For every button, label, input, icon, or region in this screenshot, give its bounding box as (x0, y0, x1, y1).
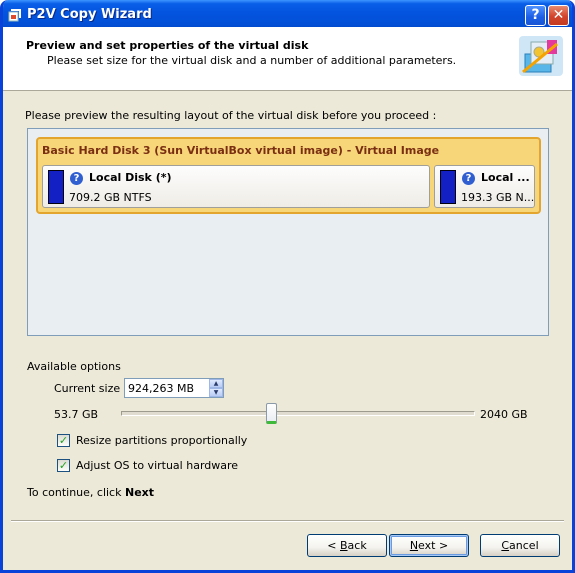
button-separator (11, 520, 564, 522)
continue-hint: To continue, click Next (27, 486, 154, 499)
size-slider-thumb[interactable] (266, 403, 277, 424)
disk-label: Basic Hard Disk 3 (Sun VirtualBox virtua… (42, 144, 440, 157)
partition-local-2[interactable]: ? Local ... 193.3 GB N... (434, 165, 535, 208)
close-button[interactable]: ✕ (548, 5, 569, 26)
app-icon (8, 9, 21, 22)
wizard-window: P2V Copy Wizard ? ✕ Preview and set prop… (0, 0, 575, 573)
header-subtitle: Please set size for the virtual disk and… (47, 54, 457, 67)
title-bar[interactable]: P2V Copy Wizard ? ✕ (3, 0, 572, 30)
partition-color-bar (48, 170, 64, 204)
question-icon: ? (70, 172, 83, 185)
back-button[interactable]: < Back (307, 534, 387, 557)
partition-name: Local Disk (*) (89, 171, 172, 184)
current-size-label: Current size is (54, 382, 133, 395)
partition-name: Local ... (481, 171, 530, 184)
help-icon: ? (531, 7, 540, 23)
close-icon: ✕ (552, 7, 565, 23)
spin-up-icon[interactable]: ▲ (209, 379, 223, 388)
wizard-header: Preview and set properties of the virtua… (3, 27, 572, 91)
question-icon: ? (462, 172, 475, 185)
size-slider-track[interactable] (121, 411, 475, 416)
current-size-input[interactable]: 924,263 MB ▲ ▼ (124, 378, 224, 398)
header-title: Preview and set properties of the virtua… (26, 39, 309, 52)
partition-desc: 709.2 GB NTFS (69, 191, 152, 204)
resize-checkbox[interactable]: ✓ (57, 434, 70, 447)
continue-text: To continue, click (27, 486, 122, 499)
options-heading: Available options (27, 360, 121, 373)
slider-min-label: 53.7 GB (54, 408, 99, 421)
window-title: P2V Copy Wizard (27, 7, 152, 22)
current-size-value: 924,263 MB (128, 382, 195, 395)
partition-desc: 193.3 GB N... (461, 191, 535, 204)
virtual-disk[interactable]: Basic Hard Disk 3 (Sun VirtualBox virtua… (36, 137, 541, 214)
disk-layout-preview: Basic Hard Disk 3 (Sun VirtualBox virtua… (27, 128, 549, 336)
partition-color-bar (440, 170, 456, 204)
continue-next-word: Next (124, 486, 155, 499)
preview-instruction: Please preview the resulting layout of t… (25, 109, 437, 122)
resize-label[interactable]: Resize partitions proportionally (76, 434, 247, 447)
partition-local-disk[interactable]: ? Local Disk (*) 709.2 GB NTFS (42, 165, 430, 208)
help-button[interactable]: ? (525, 5, 546, 26)
virtual-disk-wizard-icon (519, 36, 563, 76)
slider-max-label: 2040 GB (480, 408, 528, 421)
adjust-os-label[interactable]: Adjust OS to virtual hardware (76, 459, 238, 472)
spin-down-icon[interactable]: ▼ (209, 388, 223, 397)
size-spinner[interactable]: ▲ ▼ (209, 379, 223, 397)
next-button[interactable]: Next > (389, 534, 469, 557)
adjust-os-checkbox[interactable]: ✓ (57, 459, 70, 472)
cancel-button[interactable]: Cancel (480, 534, 560, 557)
